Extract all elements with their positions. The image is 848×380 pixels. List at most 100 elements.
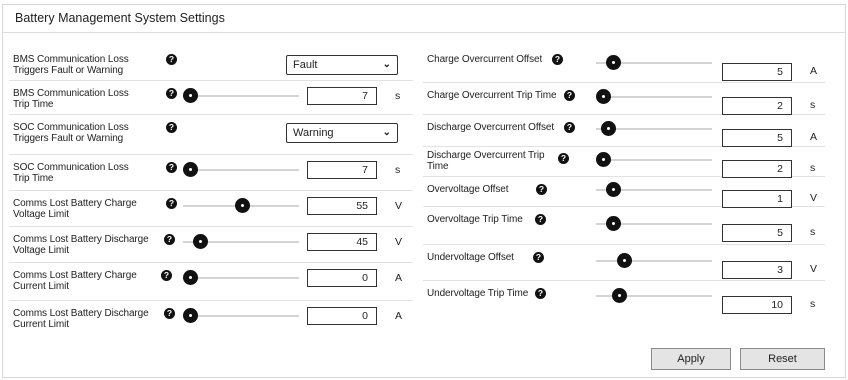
value-input[interactable]: 5 [722, 63, 792, 81]
value-input[interactable]: 5 [722, 224, 792, 242]
value-input[interactable]: 10 [722, 296, 792, 314]
setting-row: SOC Communication Loss Triggers Fault or … [9, 115, 413, 155]
setting-row: Charge Overcurrent Trip Time? 2 s [423, 83, 825, 115]
chevron-down-icon: ⌄ [382, 127, 391, 138]
slider-thumb[interactable] [596, 89, 611, 104]
unit-label: A [395, 310, 403, 322]
reset-button[interactable]: Reset [740, 348, 825, 370]
setting-label-line: Comms Lost Battery Discharge [13, 234, 149, 245]
help-icon[interactable]: ? [164, 234, 175, 245]
chevron-down-icon: ⌄ [382, 59, 391, 70]
help-icon[interactable]: ? [166, 54, 177, 65]
setting-row: Undervoltage Offset? 3 V [423, 245, 825, 281]
slider-track[interactable] [183, 315, 299, 317]
fault-mode-select[interactable]: Fault ⌄ [286, 55, 398, 75]
setting-label-line: SOC Communication Loss [13, 122, 129, 133]
slider-track[interactable] [183, 95, 299, 97]
help-icon[interactable]: ? [164, 308, 175, 319]
help-icon[interactable]: ? [535, 288, 546, 299]
help-icon[interactable]: ? [166, 88, 177, 99]
slider-thumb[interactable] [611, 288, 627, 303]
help-icon[interactable]: ? [564, 90, 575, 101]
setting-label: Charge Overcurrent Trip Time [427, 90, 557, 101]
slider-thumb[interactable] [601, 121, 617, 136]
setting-label-line: Comms Lost Battery Charge [13, 270, 137, 281]
value-input[interactable]: 0 [307, 307, 377, 325]
help-icon[interactable]: ? [536, 184, 547, 195]
value-input[interactable]: 1 [722, 190, 792, 208]
setting-row: Comms Lost Battery Charge Voltage Limit? 5… [9, 191, 413, 227]
setting-label-line: SOC Communication Loss [13, 162, 129, 173]
value-input[interactable]: 2 [722, 97, 792, 115]
unit-label: A [395, 272, 403, 284]
help-icon[interactable]: ? [558, 153, 569, 164]
setting-label: BMS Communication Loss Trip Time [13, 88, 173, 110]
value-input[interactable]: 5 [722, 129, 792, 147]
help-icon[interactable]: ? [552, 54, 563, 65]
setting-label-line: Charge Overcurrent Offset [427, 54, 543, 65]
select-value: Warning [293, 127, 334, 139]
slider-track[interactable] [596, 159, 712, 161]
setting-label: Charge Overcurrent Offset [427, 54, 557, 65]
apply-button[interactable]: Apply [651, 348, 731, 370]
setting-row: Discharge Overcurrent Trip Time? 2 s [423, 147, 825, 178]
fault-mode-select[interactable]: Warning ⌄ [286, 123, 398, 143]
slider-thumb[interactable] [606, 216, 622, 231]
unit-label: s [810, 99, 816, 111]
slider-thumb[interactable] [606, 182, 622, 197]
setting-label: Comms Lost Battery Charge Voltage Limit [13, 198, 173, 220]
slider-thumb[interactable] [235, 198, 250, 213]
setting-row: Charge Overcurrent Offset? 5 A [423, 47, 825, 83]
setting-row: Comms Lost Battery Discharge Voltage Limi… [9, 227, 413, 263]
unit-label: A [810, 131, 818, 143]
setting-label-line: Charge Overcurrent Trip Time [427, 90, 557, 101]
slider-thumb[interactable] [596, 152, 611, 167]
help-icon[interactable]: ? [535, 214, 546, 225]
setting-label: Comms Lost Battery Charge Current Limit [13, 270, 173, 292]
slider-track[interactable] [183, 169, 299, 171]
setting-label-line: BMS Communication Loss [13, 88, 129, 99]
setting-row: Discharge Overcurrent Offset? 5 A [423, 115, 825, 147]
page-title: Battery Management System Settings [15, 11, 225, 25]
setting-label-line: Trip Time [13, 173, 54, 184]
value-input[interactable]: 7 [307, 87, 377, 105]
slider-thumb[interactable] [183, 308, 198, 323]
value-input[interactable]: 55 [307, 197, 377, 215]
help-icon[interactable]: ? [533, 252, 544, 263]
unit-label: s [395, 164, 401, 176]
unit-label: V [810, 263, 818, 275]
slider-thumb[interactable] [193, 234, 209, 249]
settings-panel: Battery Management System Settings BMS C… [2, 4, 846, 378]
slider-track[interactable] [183, 277, 299, 279]
slider-thumb[interactable] [183, 270, 198, 285]
value-input[interactable]: 3 [722, 261, 792, 279]
setting-label-line: Time [427, 161, 449, 172]
value-input[interactable]: 7 [307, 161, 377, 179]
slider-thumb[interactable] [183, 162, 198, 177]
setting-row: BMS Communication Loss Triggers Fault or … [9, 47, 413, 81]
setting-label-line: Comms Lost Battery Charge [13, 198, 137, 209]
setting-row: BMS Communication Loss Trip Time? 7 s [9, 81, 413, 115]
setting-label: Discharge Overcurrent Trip Time [427, 150, 557, 172]
slider-track[interactable] [596, 96, 712, 98]
value-input[interactable]: 2 [722, 160, 792, 178]
unit-label: s [810, 298, 816, 310]
help-icon[interactable]: ? [564, 122, 575, 133]
unit-label: V [395, 200, 403, 212]
value-input[interactable]: 0 [307, 269, 377, 287]
help-icon[interactable]: ? [166, 198, 177, 209]
help-icon[interactable]: ? [166, 162, 177, 173]
help-icon[interactable]: ? [166, 122, 177, 133]
setting-row: Comms Lost Battery Discharge Current Limi… [9, 301, 413, 339]
slider-track[interactable] [596, 260, 712, 262]
setting-label: SOC Communication Loss Triggers Fault or … [13, 122, 173, 144]
select-value: Fault [293, 59, 318, 71]
value-input[interactable]: 45 [307, 233, 377, 251]
setting-label-line: Comms Lost Battery Discharge [13, 308, 149, 319]
slider-thumb[interactable] [183, 88, 198, 103]
slider-thumb[interactable] [606, 55, 622, 70]
slider-thumb[interactable] [616, 253, 632, 268]
help-icon[interactable]: ? [161, 270, 172, 281]
setting-row: Overvoltage Offset? 1 V [423, 177, 825, 208]
setting-label: BMS Communication Loss Triggers Fault or … [13, 54, 173, 76]
